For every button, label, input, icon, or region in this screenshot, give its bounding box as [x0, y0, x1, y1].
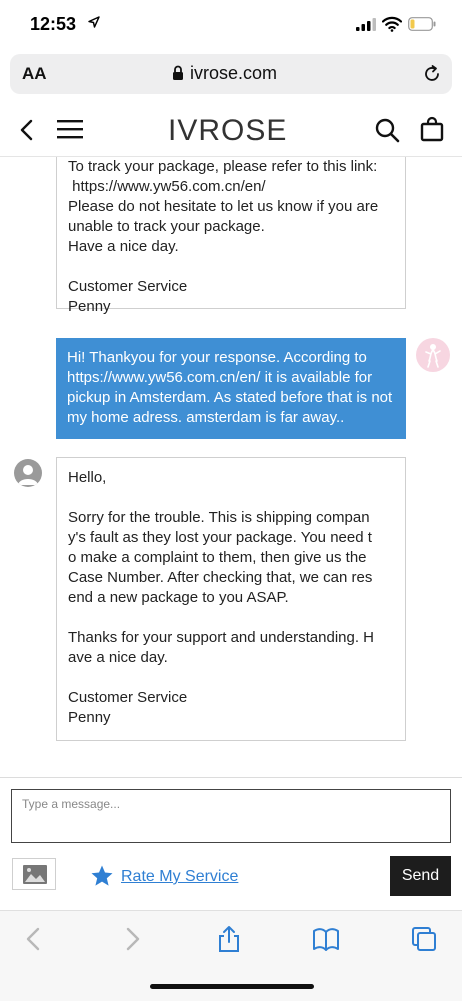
location-arrow-icon	[88, 16, 100, 28]
user-avatar-icon	[425, 344, 441, 368]
url-text[interactable]: ivrose.com	[190, 63, 277, 84]
search-icon[interactable]	[374, 117, 400, 143]
signal-bars-icon	[356, 18, 376, 31]
menu-icon[interactable]	[56, 118, 84, 140]
tabs-icon[interactable]	[410, 925, 438, 953]
wifi-icon	[382, 16, 402, 32]
support-message: To track your package, please refer to t…	[56, 157, 406, 315]
status-bar: 12:53	[0, 0, 462, 50]
attach-image-button[interactable]	[12, 858, 56, 890]
battery-icon	[408, 17, 436, 31]
send-button[interactable]: Send	[390, 856, 451, 896]
back-arrow-icon[interactable]	[20, 925, 48, 953]
reload-icon[interactable]	[422, 64, 442, 84]
image-icon	[23, 865, 47, 884]
message-input[interactable]: Type a message...	[11, 789, 451, 843]
site-header: IVROSE	[0, 104, 462, 157]
rate-my-service-link[interactable]: Rate My Service	[121, 868, 238, 886]
back-icon[interactable]	[18, 118, 34, 142]
person-icon	[18, 465, 38, 485]
home-indicator	[150, 984, 314, 989]
lock-icon	[173, 65, 183, 80]
user-message: Hi! Thankyou for your response. Accordin…	[56, 338, 406, 439]
support-avatar	[14, 459, 42, 487]
star-icon[interactable]	[90, 864, 114, 888]
text-size-button[interactable]: AA	[22, 64, 47, 84]
address-bar[interactable]: AA ivrose.com	[10, 54, 452, 94]
support-message: Hello, Sorry for the trouble. This is sh…	[56, 457, 406, 741]
brand-logo[interactable]: IVROSE	[168, 112, 296, 152]
divider	[0, 777, 462, 778]
forward-arrow-icon[interactable]	[118, 925, 146, 953]
share-icon[interactable]	[215, 925, 243, 953]
shopping-bag-icon[interactable]	[420, 116, 444, 142]
status-time: 12:53	[30, 14, 77, 34]
chat-thread[interactable]: To track your package, please refer to t…	[0, 157, 462, 777]
brand-name: IVROSE	[168, 114, 288, 147]
user-avatar	[416, 338, 450, 372]
bookmarks-icon[interactable]	[312, 925, 340, 953]
